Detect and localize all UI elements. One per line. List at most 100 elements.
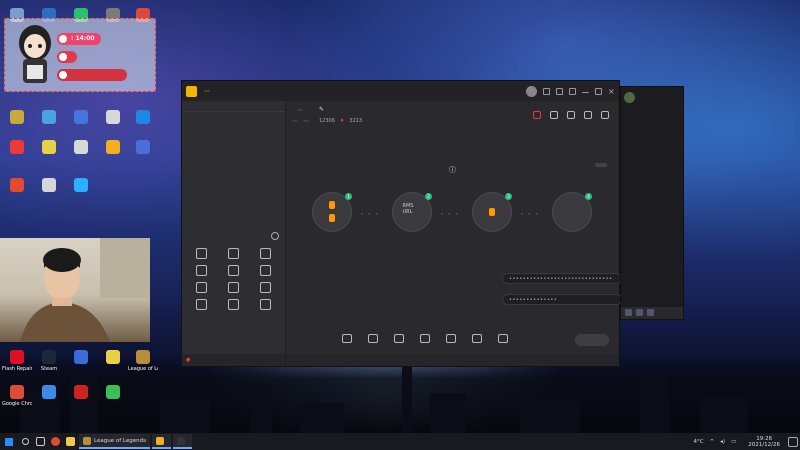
tool-item[interactable] [186,248,216,261]
desktop-icon[interactable] [66,178,96,194]
taskbar-app[interactable] [172,434,192,449]
app-icon [42,140,56,154]
tool-item[interactable] [186,299,216,312]
lock-icon[interactable] [567,111,575,119]
tool-item[interactable] [218,299,248,312]
desktop-icon[interactable] [2,110,32,126]
volume-icon[interactable]: ◂) [720,439,725,445]
chat-tool-icon[interactable] [647,309,654,316]
bottom-tool[interactable] [342,333,352,345]
titlebar[interactable]: × [182,81,619,101]
tool-icon [260,282,272,293]
start-button[interactable] [0,437,18,446]
maximize-icon[interactable] [595,87,602,95]
main-area: ✎ 12306 ♦ 3213 ⓘ 1 • • • 2 RMS URL • • •… [286,101,642,366]
status-bar [286,354,619,366]
notification-icon[interactable] [788,437,798,447]
stream-key-field[interactable]: •••••••••••••• [502,294,622,305]
taskbar-app[interactable] [151,434,171,449]
share-icon[interactable] [601,111,609,119]
desktop-icon[interactable] [34,385,64,401]
folder-icon[interactable] [63,437,78,446]
app-icon [10,110,24,124]
bottom-tool[interactable] [472,333,482,345]
person-silhouette-icon [20,238,150,342]
app-icon [74,178,88,192]
network-icon[interactable]: ▭ [731,439,736,445]
desktop-icon-label: League of Legends [128,366,158,372]
tray-arrow-icon[interactable]: ^ [710,439,715,445]
minimize-icon[interactable] [582,89,589,93]
weather[interactable]: 4°C [693,439,703,445]
tool-item[interactable] [251,248,281,261]
desktop-icon[interactable] [98,110,128,126]
desktop-icon[interactable] [128,110,158,126]
bottom-tool[interactable] [368,333,378,345]
chat-window[interactable] [620,86,684,320]
taskbar-app[interactable]: League of Legends [79,434,150,449]
bottom-tool[interactable] [420,333,430,345]
exit-button[interactable] [595,163,607,167]
room-category[interactable] [308,109,314,111]
desktop-icon[interactable] [66,350,96,366]
desktop-icon[interactable]: League of Legends [128,350,158,372]
desktop-icon[interactable] [98,140,128,156]
desktop-icon[interactable] [66,140,96,156]
desktop-icon[interactable] [66,385,96,401]
tool-item[interactable] [218,248,248,261]
desktop-icon[interactable] [2,140,32,156]
desktop-icon[interactable] [34,140,64,156]
desktop-icon[interactable] [34,178,64,194]
desktop-icon[interactable] [128,140,158,156]
share-screen-icon[interactable] [550,111,558,119]
clock[interactable]: 19:26 2021/12/26 [748,436,780,448]
desktop-icon[interactable] [98,350,128,366]
tool-item[interactable] [186,282,216,295]
chat-tool-icon[interactable] [625,309,632,316]
desktop-icon[interactable]: Steam [34,350,64,372]
tools-settings-icon[interactable] [271,232,279,240]
tool-item[interactable] [251,299,281,312]
tool-item[interactable] [186,265,216,278]
app-icon [136,140,150,154]
desktop-icon[interactable] [66,110,96,126]
tool-item[interactable] [218,265,248,278]
close-icon[interactable]: × [608,87,615,95]
live-streaming-app-window[interactable]: × ● ✎ 12306 ♦ 3213 ⓘ 1 • • • 2 RMS URL •… [181,80,642,367]
search-icon[interactable] [18,438,33,445]
desktop-icon[interactable]: Flash Repair [2,350,32,372]
tool-item[interactable] [251,265,281,278]
feedback-icon[interactable] [556,87,563,95]
desktop-icon[interactable] [34,110,64,126]
app-icon [106,350,120,364]
bell-icon[interactable] [584,111,592,119]
bottom-tool[interactable] [394,333,404,345]
desktop-icon-label: Google Chrome [2,401,32,407]
bottom-tool-icon [420,333,430,343]
desktop-icon[interactable] [98,385,128,401]
start-stream-button[interactable] [575,334,609,346]
user-avatar[interactable] [526,85,537,97]
desktop-icon[interactable] [2,178,32,194]
gift-icon[interactable] [533,111,541,119]
bottom-tool[interactable] [446,333,456,345]
menu-icon[interactable] [569,87,576,95]
task-view-icon[interactable] [33,437,48,446]
tool-item[interactable] [218,282,248,295]
message-icon[interactable] [543,87,550,95]
bottom-tool[interactable] [498,333,508,345]
room-chip[interactable] [297,108,303,111]
bottom-tool-icon [368,333,378,343]
chrome-icon[interactable] [48,437,63,446]
rtmp-address-field[interactable]: •••••••••••••••••••••••••••••• [502,273,622,284]
stream-overlay-widget[interactable]: : 14:00 [4,18,156,92]
app-icon [10,385,24,399]
version-badge [204,90,210,92]
fire-icon: ♦ [339,118,345,124]
chat-tool-icon[interactable] [636,309,643,316]
tool-icon [260,265,272,276]
tool-item[interactable] [251,282,281,295]
help-icon[interactable]: ⓘ [449,166,456,174]
desktop-icon[interactable]: Google Chrome [2,385,32,407]
edit-icon[interactable]: ✎ [319,106,324,113]
